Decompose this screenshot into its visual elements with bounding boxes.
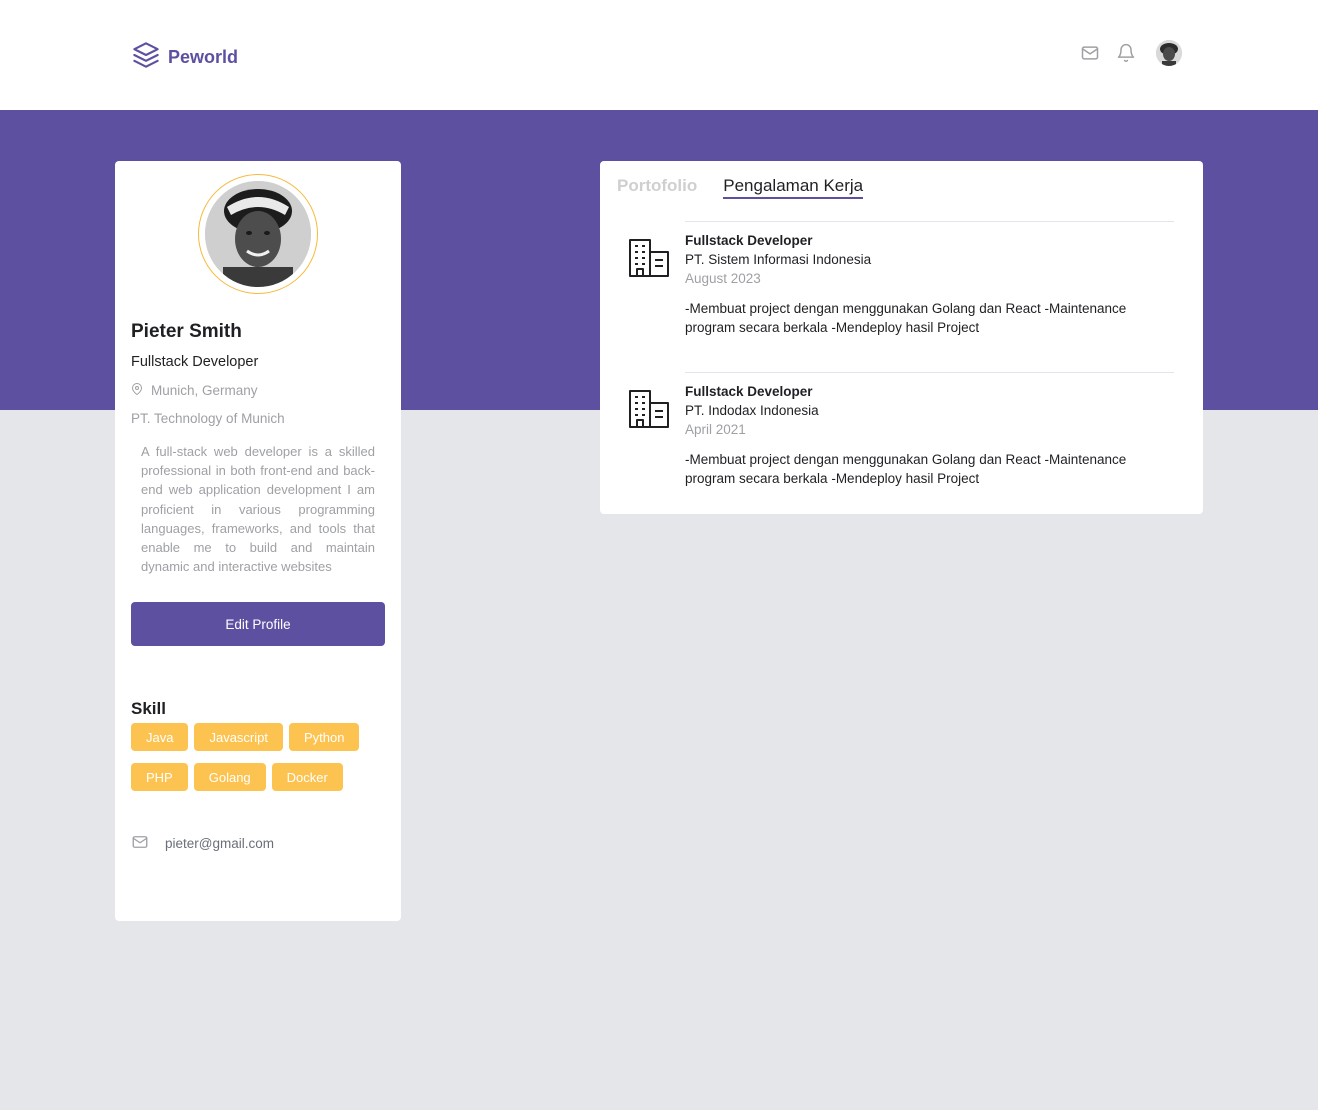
navbar: Peworld	[0, 0, 1318, 110]
profile-photo	[205, 181, 311, 287]
nav-actions	[1080, 40, 1182, 66]
mail-icon[interactable]	[1080, 43, 1100, 63]
layers-icon	[132, 41, 160, 74]
tab-portfolio[interactable]: Portofolio	[617, 176, 697, 199]
edit-profile-button[interactable]: Edit Profile	[131, 602, 385, 646]
experience-date: April 2021	[685, 422, 746, 437]
profile-avatar	[198, 174, 318, 294]
profile-role: Fullstack Developer	[131, 354, 259, 370]
profile-name: Pieter Smith	[131, 321, 242, 342]
experience-job: Fullstack Developer	[685, 233, 813, 248]
skill-tag: Docker	[271, 763, 343, 791]
location-text: Munich, Germany	[151, 383, 258, 398]
skill-tag: PHP	[131, 763, 188, 791]
profile-email[interactable]: pieter@gmail.com	[131, 833, 274, 854]
divider	[685, 372, 1174, 373]
map-pin-icon	[131, 382, 143, 399]
experience-company: PT. Sistem Informasi Indonesia	[685, 252, 872, 267]
tab-bar: Portofolio Pengalaman Kerja	[617, 176, 864, 199]
experience-company: PT. Indodax Indonesia	[685, 403, 819, 418]
skill-title: Skill	[131, 699, 166, 718]
profile-bio: A full-stack web developer is a skilled …	[141, 444, 375, 575]
experience-card: Portofolio Pengalaman Kerja Fullstack De…	[600, 161, 1203, 514]
divider	[685, 221, 1174, 222]
skill-tag: Java	[131, 723, 189, 751]
experience-description: -Membuat project dengan menggunakan Gola…	[685, 452, 1127, 487]
skill-list: Java Javascript Python PHP Golang Docker	[131, 723, 391, 791]
user-avatar[interactable]	[1156, 40, 1182, 66]
skill-tag: Golang	[193, 763, 266, 791]
skill-tag: Javascript	[194, 723, 283, 751]
brand-logo[interactable]: Peworld	[132, 41, 238, 74]
experience-description: -Membuat project dengan menggunakan Gola…	[685, 301, 1127, 336]
bell-icon[interactable]	[1116, 43, 1136, 63]
profile-card: Pieter Smith Fullstack Developer Munich,…	[115, 161, 401, 921]
building-icon	[627, 387, 671, 431]
profile-company: PT. Technology of Munich	[131, 411, 285, 426]
building-icon	[627, 236, 671, 280]
skill-tag: Python	[289, 723, 360, 751]
profile-location: Munich, Germany	[131, 382, 258, 399]
experience-job: Fullstack Developer	[685, 384, 813, 399]
brand-name: Peworld	[168, 47, 239, 67]
tab-experience[interactable]: Pengalaman Kerja	[723, 176, 864, 199]
experience-date: August 2023	[685, 271, 761, 286]
email-text: pieter@gmail.com	[165, 836, 274, 851]
mail-icon	[131, 833, 149, 854]
